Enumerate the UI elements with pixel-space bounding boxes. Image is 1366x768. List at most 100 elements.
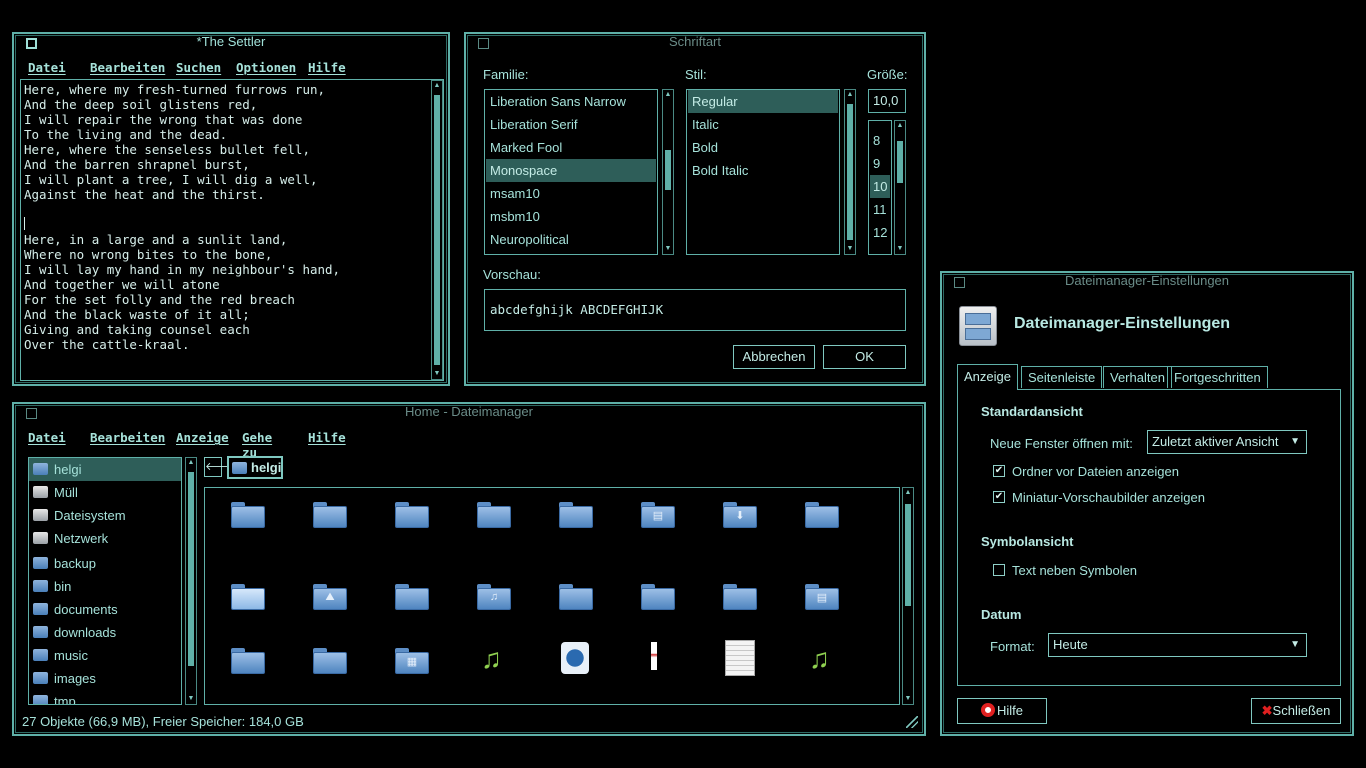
size-item[interactable]: 8 (870, 129, 890, 152)
sidebar-item-downloads[interactable]: downloads (29, 621, 181, 644)
window-menu-icon[interactable] (478, 38, 489, 49)
close-button[interactable]: ✖Schließen (1251, 698, 1341, 724)
style-item[interactable]: Regular (688, 90, 838, 113)
size-entry[interactable]: 10,0 (868, 89, 906, 113)
scroll-up-icon[interactable]: ▲ (186, 458, 196, 468)
sidebar-item-müll[interactable]: Müll (29, 481, 181, 504)
icon-view[interactable]: ▤ ⬇ ⛰ ♫ ▤ ▦ ♫ ♫ (204, 487, 900, 705)
family-list[interactable]: Liberation Sans Narrow Liberation Serif Ma… (484, 89, 658, 255)
folder-icon[interactable] (313, 648, 347, 674)
editor-content[interactable]: Here, where my fresh-turned furrows run,… (21, 82, 427, 352)
size-item[interactable]: 9 (870, 152, 890, 175)
editor-scrollbar[interactable]: ▲ ▼ (431, 80, 443, 380)
folders-first-checkbox[interactable]: ✔ (993, 465, 1005, 477)
folder-icon[interactable] (395, 584, 429, 610)
scroll-down-icon[interactable]: ▼ (186, 694, 196, 704)
tab-fortgeschritten[interactable]: Fortgeschritten (1167, 366, 1268, 388)
sidebar-scrollbar[interactable]: ▲ ▼ (185, 457, 197, 705)
text-file-icon[interactable] (725, 640, 755, 676)
folder-icon[interactable]: ⛰ (313, 584, 347, 610)
folder-icon[interactable] (723, 584, 757, 610)
folder-icon[interactable] (231, 502, 265, 528)
font-dialog-titlebar[interactable]: Schriftart (466, 34, 924, 52)
family-item[interactable]: Monospace (486, 159, 656, 182)
scroll-up-icon[interactable]: ▲ (432, 81, 442, 91)
folder-icon[interactable] (477, 502, 511, 528)
style-item[interactable]: Bold Italic (688, 159, 838, 182)
family-item[interactable]: Marked Fool (486, 136, 656, 159)
scroll-up-icon[interactable]: ▲ (845, 90, 855, 100)
editor-titlebar[interactable]: *The Settler (14, 34, 448, 52)
sidebar-item-images[interactable]: images (29, 667, 181, 690)
scroll-thumb[interactable] (847, 104, 853, 240)
sidebar-item-backup[interactable]: backup (29, 552, 181, 575)
folder-icon[interactable]: ▤ (805, 584, 839, 610)
folder-icon[interactable] (559, 502, 593, 528)
menu-bearbeiten[interactable]: Bearbeiten (90, 60, 165, 75)
folder-icon[interactable] (231, 648, 265, 674)
folder-icon[interactable] (559, 584, 593, 610)
folder-icon[interactable] (231, 584, 265, 610)
tab-anzeige[interactable]: Anzeige (957, 364, 1018, 390)
sidebar-item-helgi[interactable]: helgi (29, 458, 181, 481)
sidebar-item-netzwerk[interactable]: Netzwerk (29, 527, 181, 550)
scroll-up-icon[interactable]: ▲ (895, 121, 905, 131)
menu-anzeige[interactable]: Anzeige (176, 430, 229, 445)
scroll-thumb[interactable] (434, 95, 440, 365)
family-scrollbar[interactable]: ▲ ▼ (662, 89, 674, 255)
folder-icon[interactable]: ⬇ (723, 502, 757, 528)
menu-bearbeiten[interactable]: Bearbeiten (90, 430, 165, 445)
scroll-down-icon[interactable]: ▼ (663, 244, 673, 254)
folder-icon[interactable]: ♫ (477, 584, 511, 610)
text-area[interactable]: Here, where my fresh-turned furrows run,… (20, 79, 444, 381)
window-menu-icon[interactable] (954, 277, 965, 288)
window-menu-icon[interactable] (26, 38, 37, 49)
style-item[interactable]: Bold (688, 136, 838, 159)
text-beside-checkbox[interactable] (993, 564, 1005, 576)
scroll-thumb[interactable] (188, 472, 194, 666)
family-item[interactable]: msbm10 (486, 205, 656, 228)
size-item[interactable]: 11 (870, 198, 890, 221)
thumbnails-checkbox[interactable]: ✔ (993, 491, 1005, 503)
size-scrollbar[interactable]: ▲ ▼ (894, 120, 906, 255)
new-window-combo[interactable]: Zuletzt aktiver Ansicht ▼ (1147, 430, 1307, 454)
scroll-down-icon[interactable]: ▼ (432, 369, 442, 379)
ok-button[interactable]: OK (823, 345, 906, 369)
family-item[interactable]: msam10 (486, 182, 656, 205)
sidebar-item-dateisystem[interactable]: Dateisystem (29, 504, 181, 527)
sidebar-item-bin[interactable]: bin (29, 575, 181, 598)
menu-suchen[interactable]: Suchen (176, 60, 221, 75)
sidebar-item-music[interactable]: music (29, 644, 181, 667)
family-item[interactable]: Liberation Sans Narrow (486, 90, 656, 113)
folder-icon[interactable] (641, 584, 675, 610)
menu-datei[interactable]: Datei (28, 60, 66, 75)
tab-verhalten[interactable]: Verhalten (1103, 366, 1172, 388)
format-combo[interactable]: Heute ▼ (1048, 633, 1307, 657)
family-item[interactable]: Liberation Serif (486, 113, 656, 136)
icon-view-scrollbar[interactable]: ▲ ▼ (902, 487, 914, 705)
settings-titlebar[interactable]: Dateimanager-Einstellungen (942, 273, 1352, 291)
size-item[interactable]: 10 (870, 175, 890, 198)
menu-datei[interactable]: Datei (28, 430, 66, 445)
scroll-up-icon[interactable]: ▲ (663, 90, 673, 100)
folder-icon[interactable] (805, 502, 839, 528)
scroll-thumb[interactable] (905, 504, 911, 606)
style-list[interactable]: Regular Italic Bold Bold Italic (686, 89, 840, 255)
size-list[interactable]: 8 9 10 11 12 (868, 120, 892, 255)
music-file-icon[interactable]: ♫ (481, 644, 502, 674)
pdf-file-icon[interactable] (651, 642, 657, 670)
menu-hilfe[interactable]: Hilfe (308, 60, 346, 75)
file-manager-titlebar[interactable]: Home - Dateimanager (14, 404, 924, 422)
back-button[interactable]: 🡐 (204, 457, 235, 477)
folder-icon[interactable] (313, 502, 347, 528)
scroll-down-icon[interactable]: ▼ (903, 694, 913, 704)
music-file-icon[interactable]: ♫ (809, 644, 830, 674)
help-button[interactable]: Hilfe (957, 698, 1047, 724)
folder-icon[interactable]: ▤ (641, 502, 675, 528)
menu-optionen[interactable]: Optionen (236, 60, 296, 75)
window-menu-icon[interactable] (26, 408, 37, 419)
tab-seitenleiste[interactable]: Seitenleiste (1021, 366, 1103, 388)
size-item[interactable]: 12 (870, 221, 890, 244)
resize-grip-icon[interactable] (906, 716, 918, 728)
sidebar-item-documents[interactable]: documents (29, 598, 181, 621)
